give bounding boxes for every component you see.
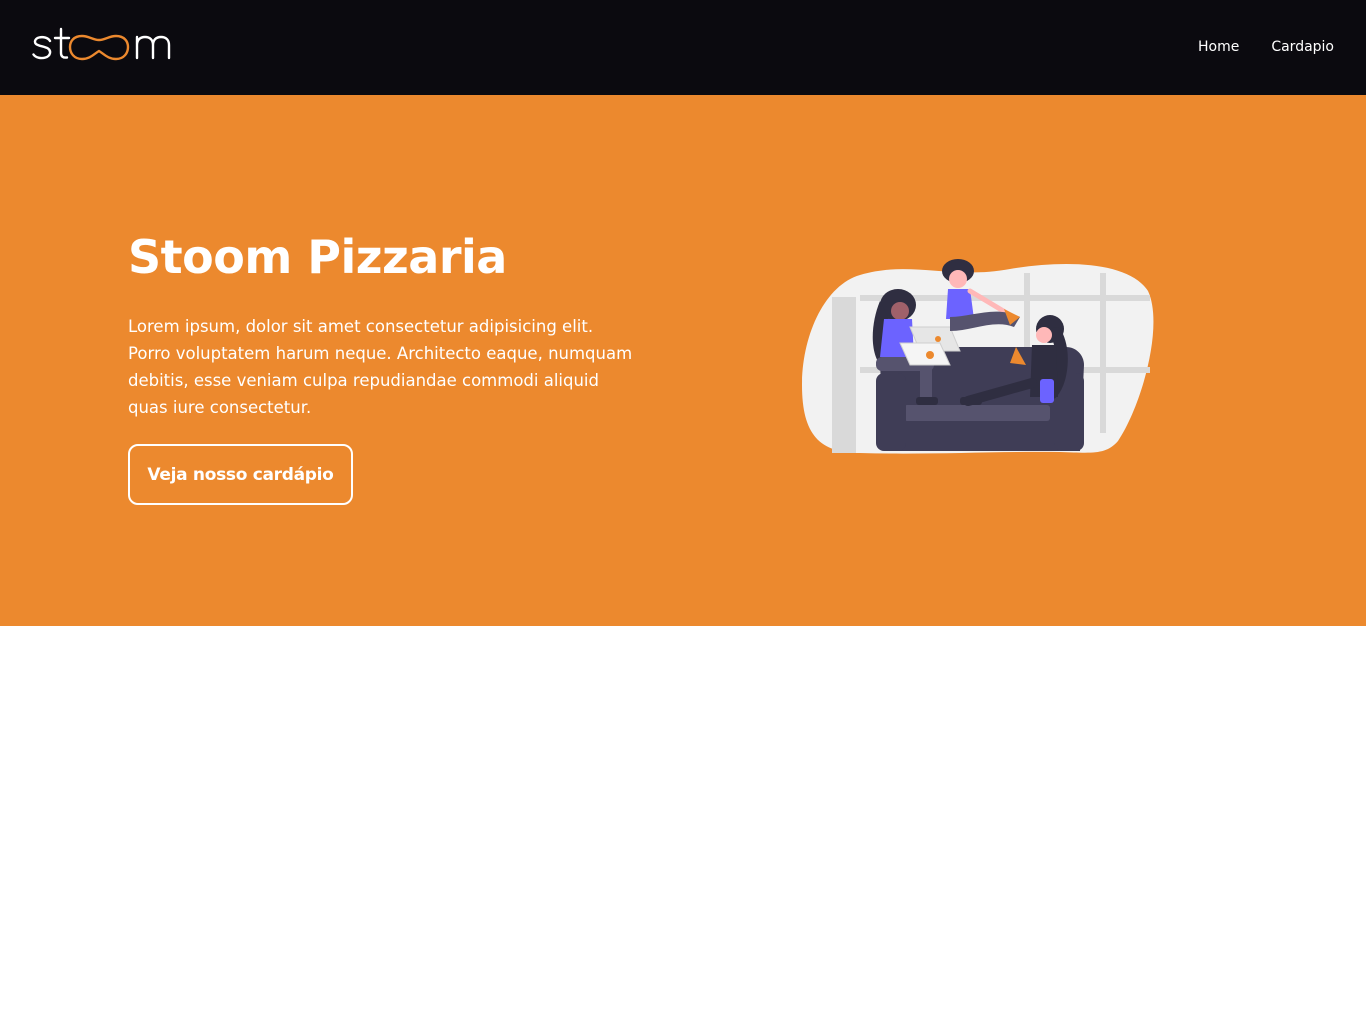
- top-navbar: stoom Home Cardapio: [0, 0, 1366, 95]
- page-content: [0, 626, 1366, 1016]
- logo-alt-text: stoom: [32, 24, 35, 25]
- stoom-logo[interactable]: stoom: [32, 24, 184, 66]
- pizza-party-illustration: [802, 259, 1154, 454]
- nav-link-cardapio[interactable]: Cardapio: [1271, 38, 1334, 56]
- nav-link-home[interactable]: Home: [1198, 38, 1239, 56]
- main-nav: Home Cardapio: [1198, 38, 1334, 56]
- hero-description: Lorem ipsum, dolor sit amet consectetur …: [128, 317, 633, 417]
- hero-title: Stoom Pizzaria: [128, 230, 507, 284]
- view-menu-button[interactable]: Veja nosso cardápio: [128, 444, 353, 505]
- hero-section: Stoom Pizzaria Lorem ipsum, dolor sit am…: [0, 95, 1366, 626]
